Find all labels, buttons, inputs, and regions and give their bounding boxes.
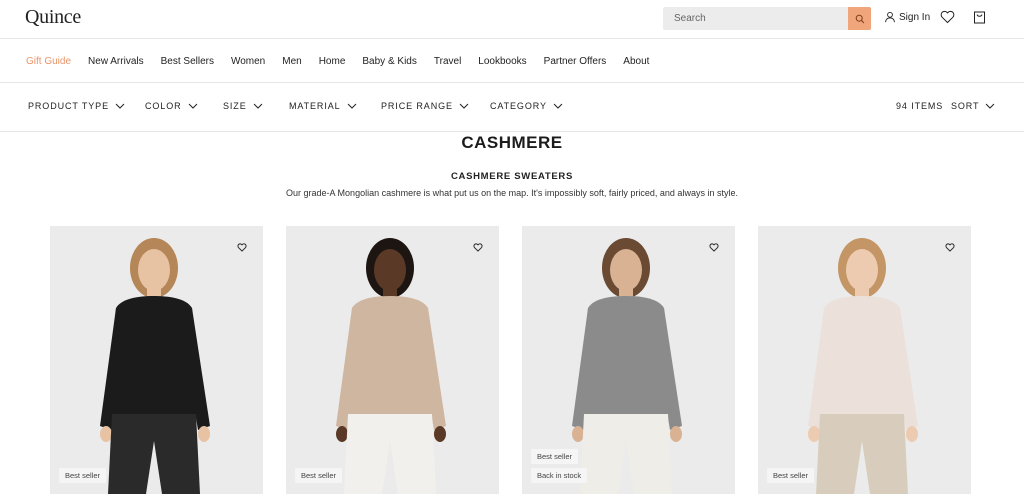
bag-icon [974, 11, 985, 24]
nav-item-men[interactable]: Men [282, 56, 301, 67]
search-icon [855, 14, 864, 23]
product-card[interactable]: Best seller Back in stock [522, 226, 735, 494]
chevron-down-icon [115, 103, 125, 109]
favorite-button[interactable] [235, 240, 249, 254]
product-card[interactable]: Best seller [286, 226, 499, 494]
product-card[interactable]: Best seller [50, 226, 263, 494]
nav-item-women[interactable]: Women [231, 56, 265, 67]
filter-label: PRODUCT TYPE [28, 101, 109, 111]
nav-item-partner-offers[interactable]: Partner Offers [544, 56, 607, 67]
nav-item-new-arrivals[interactable]: New Arrivals [88, 56, 144, 67]
chevron-down-icon [253, 103, 262, 109]
nav-divider [0, 82, 1024, 83]
filter-label: SIZE [223, 101, 247, 111]
filter-label: PRICE RANGE [381, 101, 453, 111]
chevron-down-icon [347, 103, 356, 109]
heart-icon [940, 10, 955, 24]
section-title: CASHMERE SWEATERS [450, 171, 574, 182]
nav-item-home[interactable]: Home [319, 56, 346, 67]
favorite-button[interactable] [943, 240, 957, 254]
product-image [336, 238, 446, 494]
favorite-button[interactable] [707, 240, 721, 254]
nav-item-lookbooks[interactable]: Lookbooks [478, 56, 526, 67]
product-badge: Back in stock [531, 468, 588, 483]
search-input[interactable] [663, 7, 848, 30]
chevron-down-icon [459, 103, 469, 109]
site-header: Quince Sign In [0, 0, 1024, 38]
nav-item-baby-kids[interactable]: Baby & Kids [362, 56, 416, 67]
user-icon [885, 11, 895, 23]
wishlist-button[interactable] [940, 10, 955, 29]
nav-item-best-sellers[interactable]: Best Sellers [161, 56, 214, 67]
search-bar [663, 7, 871, 30]
filter-price-range[interactable]: PRICE RANGE [381, 101, 490, 111]
sign-in-label: Sign In [899, 11, 931, 23]
filter-bar: PRODUCT TYPE COLOR SIZE MATERIAL PRICE R… [28, 101, 580, 111]
page-title: CASHMERE [461, 133, 563, 152]
filter-label: CATEGORY [490, 101, 547, 111]
sort-dropdown[interactable]: SORT [951, 101, 995, 111]
product-image [808, 238, 918, 494]
product-badge: Best seller [531, 449, 579, 464]
filter-label: MATERIAL [289, 101, 341, 111]
product-card[interactable]: Best seller [758, 226, 971, 494]
heart-icon [709, 242, 719, 252]
heart-icon [237, 242, 247, 252]
nav-item-travel[interactable]: Travel [434, 56, 461, 67]
items-count: 94 ITEMS [896, 101, 944, 111]
sort-label: SORT [951, 101, 980, 111]
heart-icon [945, 242, 955, 252]
section-description: Our grade-A Mongolian cashmere is what p… [286, 188, 738, 198]
search-button[interactable] [848, 7, 871, 30]
main-nav: Gift Guide New Arrivals Best Sellers Wom… [26, 56, 666, 67]
favorite-button[interactable] [471, 240, 485, 254]
heart-icon [473, 242, 483, 252]
filter-divider [0, 131, 1024, 132]
nav-item-about[interactable]: About [623, 56, 649, 67]
product-badge: Best seller [767, 468, 815, 483]
filter-size[interactable]: SIZE [223, 101, 289, 111]
filter-label: COLOR [145, 101, 182, 111]
product-badge: Best seller [295, 468, 343, 483]
cart-button[interactable] [973, 10, 986, 29]
nav-item-gift-guide[interactable]: Gift Guide [26, 56, 71, 67]
filter-material[interactable]: MATERIAL [289, 101, 381, 111]
filter-category[interactable]: CATEGORY [490, 101, 580, 111]
filter-color[interactable]: COLOR [145, 101, 223, 111]
filter-product-type[interactable]: PRODUCT TYPE [28, 101, 145, 111]
chevron-down-icon [986, 103, 995, 109]
product-image [100, 238, 210, 494]
chevron-down-icon [553, 103, 563, 109]
chevron-down-icon [188, 103, 197, 109]
logo[interactable]: Quince [25, 6, 81, 29]
sign-in-link[interactable]: Sign In [884, 11, 930, 23]
product-badge: Best seller [59, 468, 107, 483]
header-divider [0, 38, 1024, 39]
